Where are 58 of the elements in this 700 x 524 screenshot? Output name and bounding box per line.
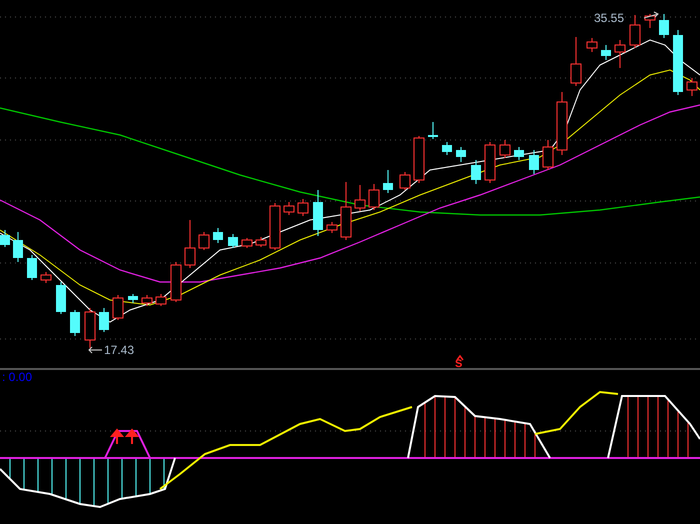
candlestick bbox=[542, 140, 554, 170]
candlestick bbox=[27, 254, 37, 280]
candlestick bbox=[70, 310, 80, 336]
candlestick bbox=[614, 40, 626, 68]
candlestick bbox=[686, 78, 698, 96]
candlestick bbox=[456, 146, 466, 162]
candlestick bbox=[284, 202, 294, 216]
candlestick bbox=[556, 92, 568, 156]
candlestick bbox=[400, 172, 410, 190]
candlestick bbox=[570, 36, 582, 86]
candlestick bbox=[586, 38, 598, 52]
candlestick bbox=[471, 160, 481, 184]
caret-icon bbox=[456, 354, 464, 360]
candlestick bbox=[514, 146, 524, 160]
candlestick bbox=[156, 294, 166, 306]
candlestick bbox=[184, 220, 196, 268]
candlestick bbox=[529, 150, 539, 174]
candlestick bbox=[500, 140, 510, 158]
candlestick bbox=[368, 184, 380, 210]
candlestick bbox=[56, 282, 66, 314]
candlestick bbox=[326, 222, 338, 234]
arrow-icon bbox=[88, 346, 102, 354]
candlestick bbox=[484, 142, 496, 184]
low-price-label: 17.43 bbox=[104, 344, 134, 356]
candlestick bbox=[228, 234, 238, 248]
candlestick bbox=[428, 122, 438, 140]
candlestick bbox=[198, 232, 210, 250]
candlestick bbox=[442, 142, 452, 156]
candlestick bbox=[673, 30, 683, 96]
candlestick bbox=[84, 308, 96, 348]
candlestick bbox=[298, 198, 308, 216]
candlestick bbox=[99, 308, 109, 332]
candlestick bbox=[13, 232, 23, 262]
candlestick bbox=[242, 238, 252, 248]
candlestick bbox=[0, 230, 10, 248]
candlestick bbox=[213, 228, 223, 244]
candlestick bbox=[128, 294, 138, 304]
candlestick bbox=[142, 294, 152, 306]
candlestick bbox=[630, 14, 640, 48]
candlestick bbox=[170, 262, 182, 302]
up-arrow-icon bbox=[110, 428, 124, 444]
arrow-icon bbox=[644, 12, 659, 18]
candlestick bbox=[112, 294, 124, 320]
candlestick bbox=[601, 44, 611, 60]
candlestick bbox=[313, 190, 323, 236]
candlestick bbox=[659, 14, 669, 38]
candlestick bbox=[414, 136, 424, 184]
signal-marker: S bbox=[455, 359, 462, 370]
candlestick bbox=[256, 236, 266, 248]
up-arrow-icon bbox=[124, 428, 140, 444]
candlestick bbox=[354, 184, 366, 212]
candlestick bbox=[270, 202, 280, 250]
candlestick bbox=[340, 182, 352, 240]
candlestick bbox=[40, 272, 52, 284]
indicator-value-label: : 0.00 bbox=[2, 371, 32, 383]
candlestick bbox=[383, 170, 393, 194]
high-price-label: 35.55 bbox=[594, 12, 624, 24]
candlestick bbox=[644, 14, 656, 28]
